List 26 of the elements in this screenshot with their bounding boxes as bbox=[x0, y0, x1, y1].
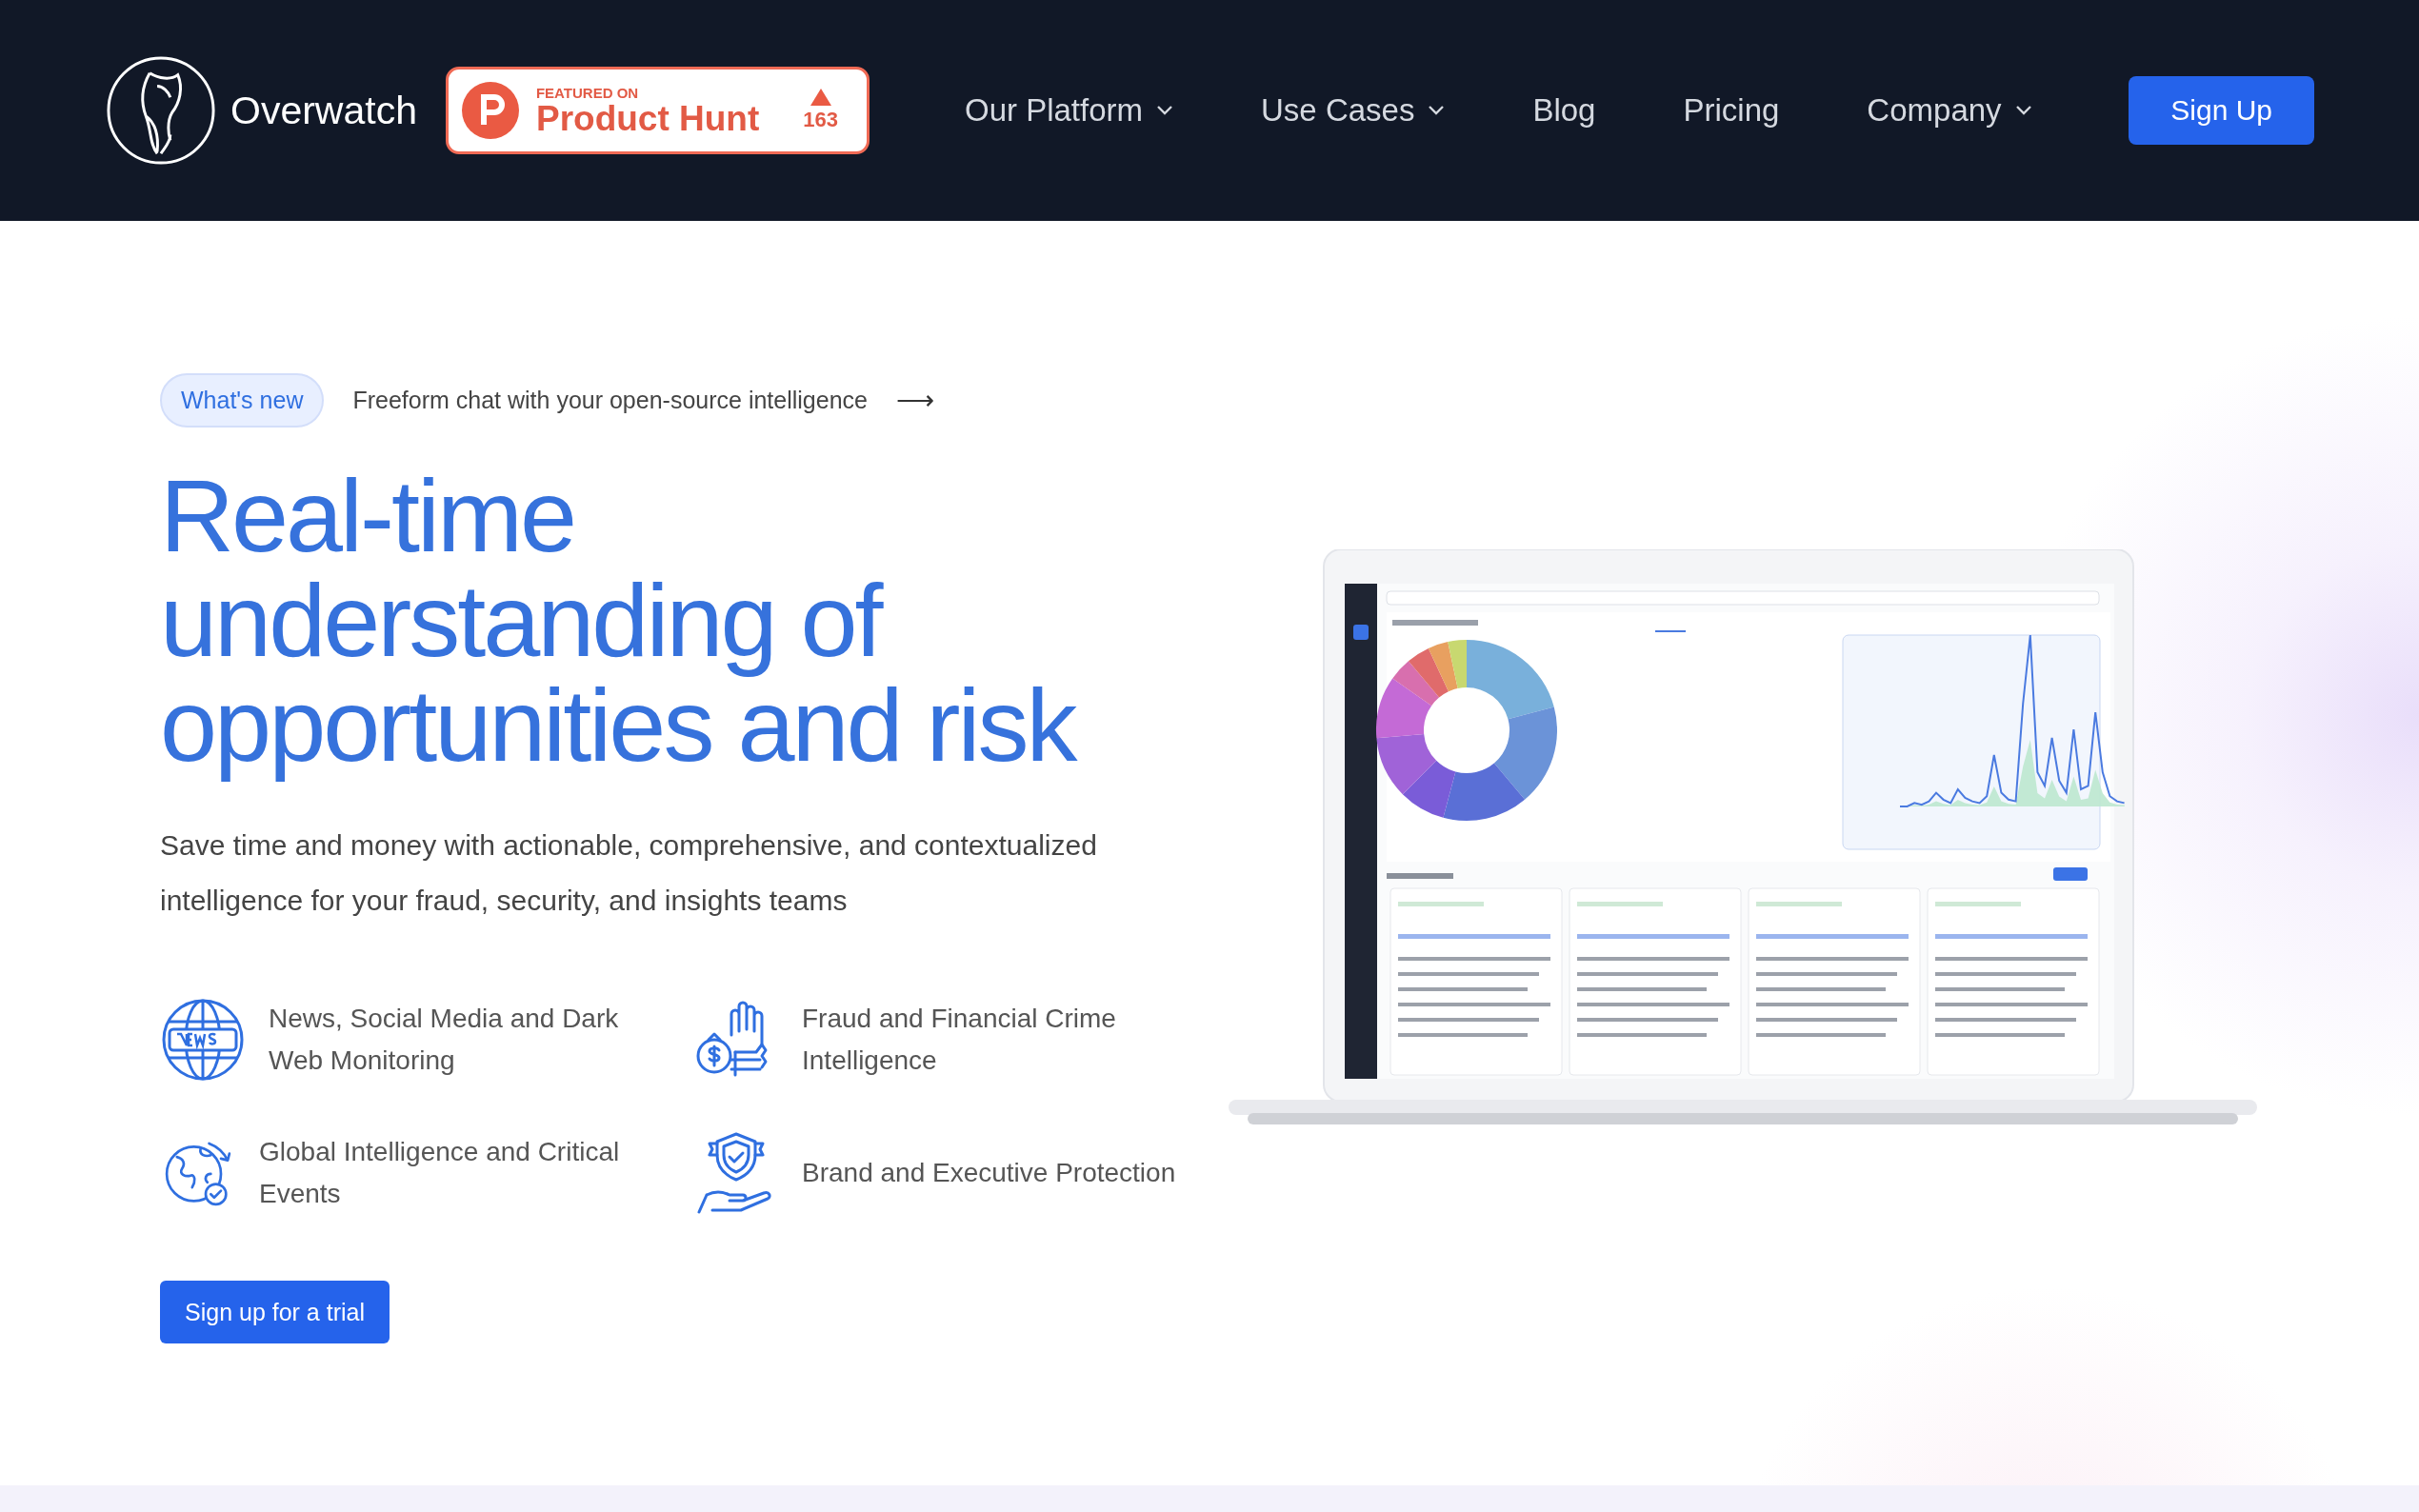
feature-label: Fraud and Financial Crime Intelligence bbox=[802, 1003, 1117, 1077]
brand-name[interactable]: Overwatch bbox=[230, 88, 417, 133]
chevron-down-icon bbox=[1428, 105, 1446, 116]
upvote-triangle-icon bbox=[810, 89, 831, 106]
feature-label: News, Social Media and Dark Web Monitoring bbox=[269, 1003, 620, 1077]
product-hunt-badge[interactable]: FEATURED ON Product Hunt 163 bbox=[445, 67, 870, 154]
nav-link[interactable]: Company bbox=[1867, 92, 2032, 129]
chevron-down-icon bbox=[2014, 105, 2032, 116]
product-hunt-name: Product Hunt bbox=[535, 101, 760, 136]
featured-label: FEATURED ON bbox=[535, 85, 640, 101]
product-hunt-logo-icon bbox=[461, 82, 519, 139]
feature-label: Global Intelligence and Critical Events bbox=[259, 1136, 621, 1210]
nav-link[interactable]: Blog bbox=[1532, 92, 1596, 129]
feature-label: Brand and Executive Protection bbox=[802, 1157, 1177, 1189]
nav-link[interactable]: Our Platform bbox=[965, 92, 1174, 129]
whats-new-badge: What's new bbox=[160, 373, 325, 428]
vote-count: 163 bbox=[803, 108, 838, 132]
news-globe-icon bbox=[160, 997, 246, 1083]
trial-button[interactable]: Sign up for a trial bbox=[160, 1281, 390, 1343]
hero-subtitle: Save time and money with actionable, comprehensive, and contextualized intelligence for your fraud, security, and insights teams bbox=[160, 828, 1098, 918]
sign-up-button[interactable]: Sign Up bbox=[2129, 76, 2314, 145]
announcement-link[interactable]: Freeform chat with your open-source intelligence bbox=[352, 387, 868, 414]
nav-link[interactable]: Use Cases bbox=[1261, 92, 1446, 129]
arrow-icon[interactable]: ⟶ bbox=[896, 385, 934, 416]
nav-link[interactable]: Pricing bbox=[1683, 92, 1780, 129]
chevron-down-icon bbox=[1156, 105, 1174, 116]
